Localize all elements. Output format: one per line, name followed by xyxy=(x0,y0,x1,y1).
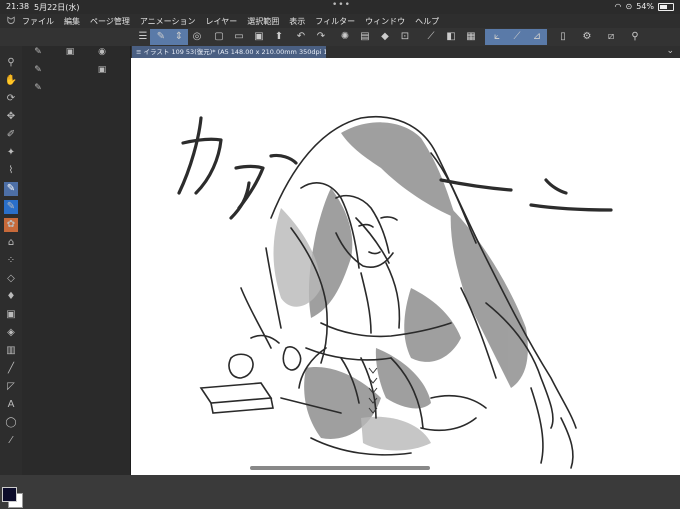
invert-icon[interactable]: ◧ xyxy=(444,30,458,44)
menu-view[interactable]: 表示 xyxy=(289,16,305,27)
spinner-icon[interactable]: ✺ xyxy=(338,30,352,44)
menu-file[interactable]: ファイル xyxy=(22,16,54,27)
move-icon[interactable]: ✥ xyxy=(4,110,18,124)
settings-icon[interactable]: ⚙ xyxy=(580,30,594,44)
multitask-dots[interactable]: ••• xyxy=(332,0,351,10)
menu-page[interactable]: ページ管理 xyxy=(90,16,130,27)
flip-icon[interactable]: ⧄ xyxy=(604,30,618,44)
deselect-icon[interactable]: ⟋ xyxy=(424,30,438,44)
hamburger-icon[interactable]: ☰ xyxy=(136,30,150,44)
sub-tool-panel: ✎ ✎ ✎ ▣ ◉ ▣ xyxy=(22,46,131,475)
save-icon[interactable]: ▣ xyxy=(252,30,266,44)
subtool-pen-icon[interactable]: ✎ xyxy=(32,46,44,58)
airbrush-icon[interactable]: ⌂ xyxy=(4,236,18,250)
special-ruler-snap-icon[interactable]: ⟋ xyxy=(510,30,524,44)
drawing-canvas[interactable] xyxy=(131,58,680,475)
menu-window[interactable]: ウィンドウ xyxy=(365,16,405,27)
watercolor-tool-icon[interactable]: ✿ xyxy=(4,218,18,232)
text-icon[interactable]: A xyxy=(4,398,18,412)
subtool-group-icon[interactable]: ▣ xyxy=(64,46,76,58)
fill-icon[interactable]: ◆ xyxy=(378,30,392,44)
sketch-artwork xyxy=(177,116,613,469)
subtool-save-icon[interactable]: ▣ xyxy=(96,64,108,76)
clear-icon[interactable]: ▤ xyxy=(358,30,372,44)
lasso-icon[interactable]: ◯ xyxy=(4,416,18,430)
eyedropper-icon[interactable]: ⌇ xyxy=(4,164,18,178)
crop-icon[interactable]: ▦ xyxy=(464,30,478,44)
clock: 21:38 xyxy=(6,2,30,11)
search-icon[interactable]: ⚲ xyxy=(628,30,642,44)
ios-status-bar: 21:38 5月22日(水) ••• ◠ ⊙ 54% xyxy=(0,0,680,14)
pen-icon[interactable]: ✎ xyxy=(154,30,168,44)
fill-bucket-icon[interactable]: ◈ xyxy=(4,326,18,340)
eraser-icon[interactable]: ◇ xyxy=(4,272,18,286)
balloon-icon[interactable]: ◸ xyxy=(4,380,18,394)
new-icon[interactable]: ▢ xyxy=(212,30,226,44)
chevron-down-icon[interactable]: ⌄ xyxy=(666,46,674,56)
magic-wand-icon[interactable]: ✦ xyxy=(4,146,18,160)
correct-line-icon[interactable]: ⁄ xyxy=(4,434,18,448)
grid-snap-icon[interactable]: ⊿ xyxy=(530,30,544,44)
gradient-icon[interactable]: ▥ xyxy=(4,344,18,358)
clip-studio-logo-icon[interactable]: ᗢ xyxy=(0,16,22,27)
decoration-icon[interactable]: ⁘ xyxy=(4,254,18,268)
zoom-icon[interactable]: ⚲ xyxy=(4,56,18,70)
redo-icon[interactable]: ↷ xyxy=(314,30,328,44)
subtool-marker-icon[interactable]: ✎ xyxy=(32,82,44,94)
document-tab[interactable]: ≡ イラスト 109 53(復元)* (A5 148.00 x 210.00mm… xyxy=(132,46,326,58)
operation-icon[interactable]: ✐ xyxy=(4,128,18,142)
subtool-gpen-icon[interactable]: ✎ xyxy=(32,64,44,76)
battery-percent: 54% xyxy=(636,2,654,11)
subtool-settings-icon[interactable]: ◉ xyxy=(96,46,108,58)
frame-icon[interactable]: ▣ xyxy=(4,308,18,322)
open-icon[interactable]: ▭ xyxy=(232,30,246,44)
tool-palette: ⚲ ✋ ⟳ ✥ ✐ ✦ ⌇ ✎ ✎ ✿ ⌂ ⁘ ◇ ♦ ▣ ◈ ▥ ╱ ◸ A … xyxy=(0,46,23,508)
menu-edit[interactable]: 編集 xyxy=(64,16,80,27)
wifi-icon: ◠ xyxy=(614,2,622,11)
figure-icon[interactable]: ╱ xyxy=(4,362,18,376)
lock-rotation-icon: ⊙ xyxy=(625,2,633,11)
status-right: ◠ ⊙ 54% xyxy=(615,2,674,11)
blend-icon[interactable]: ♦ xyxy=(4,290,18,304)
brush-tool-icon[interactable]: ✎ xyxy=(4,200,18,214)
undo-icon[interactable]: ↶ xyxy=(294,30,308,44)
menu-layer[interactable]: レイヤー xyxy=(206,16,238,27)
device-icon[interactable]: ▯ xyxy=(556,30,570,44)
menu-filter[interactable]: フィルター xyxy=(315,16,355,27)
date: 5月22日(水) xyxy=(34,3,80,12)
home-indicator xyxy=(250,466,430,470)
rotate-icon[interactable]: ⟳ xyxy=(4,92,18,106)
color-swatch[interactable] xyxy=(2,487,23,509)
menu-help[interactable]: ヘルプ xyxy=(415,16,439,27)
pen-tool-icon[interactable]: ✎ xyxy=(4,182,18,196)
menu-selection[interactable]: 選択範囲 xyxy=(247,16,279,27)
transform-icon[interactable]: ⊡ xyxy=(398,30,412,44)
menu-animation[interactable]: アニメーション xyxy=(140,16,196,27)
hand-icon[interactable]: ✋ xyxy=(4,74,18,88)
battery-icon xyxy=(658,2,674,11)
export-icon[interactable]: ⬆ xyxy=(272,30,286,44)
eye-icon[interactable]: ◎ xyxy=(190,30,204,44)
layer-stack-icon[interactable]: ⇕ xyxy=(172,30,186,44)
command-bar: ☰ ✎ ⇕ ◎ ▢ ▭ ▣ ⬆ ↶ ↷ ✺ ▤ ◆ ⊡ ⟋ ◧ ▦ ⟀ ⟋ ⊿ … xyxy=(0,28,680,47)
primary-color[interactable] xyxy=(2,487,17,502)
menu-bar: ᗢ ファイル 編集 ページ管理 アニメーション レイヤー 選択範囲 表示 フィル… xyxy=(0,14,680,28)
ruler-snap-icon[interactable]: ⟀ xyxy=(490,30,504,44)
